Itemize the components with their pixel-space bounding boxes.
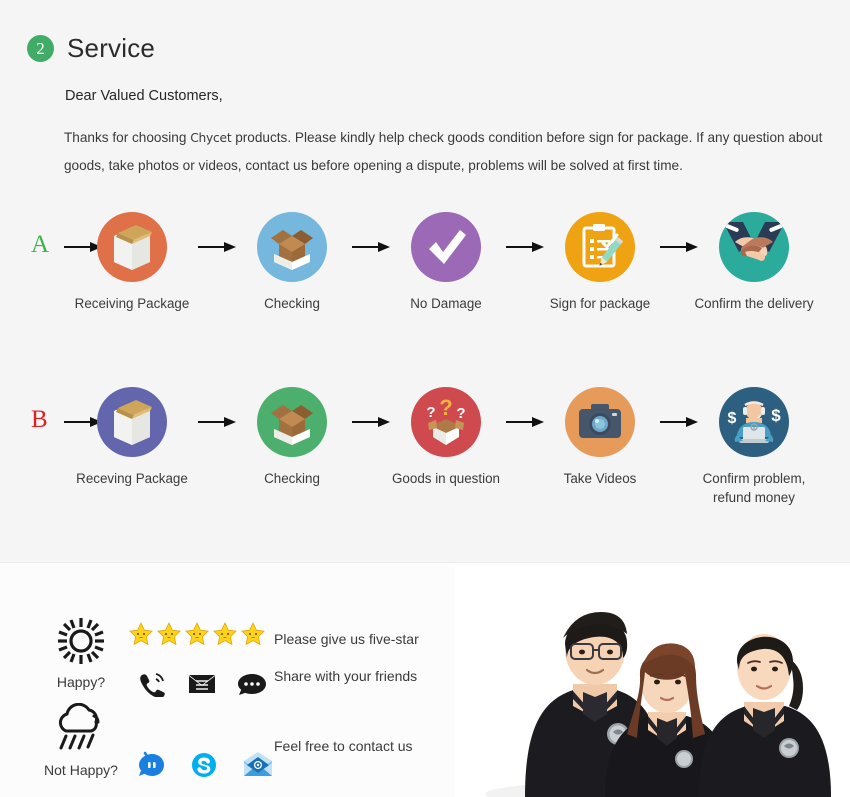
salutation-text: Dear Valued Customers, (65, 88, 223, 104)
flow-step-label: Checking (264, 471, 320, 486)
flow-step-confirm-delivery[interactable]: Confirm the delivery (680, 212, 828, 313)
envelope-icon[interactable] (187, 672, 217, 696)
five-star-rating[interactable] (128, 621, 266, 647)
flow-step-no-damage[interactable]: No Damage (372, 212, 520, 313)
brand-name: Chycet (190, 131, 232, 145)
flow-step-checking-b[interactable]: Checking (218, 387, 366, 488)
flow-step-receiving-package[interactable]: Receiving Package (58, 212, 206, 313)
svg-text:?: ? (439, 395, 452, 420)
svg-text:?: ? (456, 405, 465, 422)
flow-step-label: Receiving Package (74, 296, 190, 311)
question-box-icon: ? ? ? (411, 387, 481, 457)
service-page: 2 Service Dear Valued Customers, Thanks … (0, 0, 850, 797)
service-section: 2 Service Dear Valued Customers, Thanks … (0, 0, 850, 562)
svg-text:$: $ (771, 406, 781, 425)
flow-step-label: Sign for package (549, 296, 651, 311)
mood-unhappy-label: Not Happy? (44, 762, 118, 778)
camera-icon (565, 387, 635, 457)
support-agent-icon: $ $ (719, 387, 789, 457)
flow-step-label: Receving Package (76, 471, 188, 486)
rain-cloud-icon (58, 702, 100, 750)
mood-happy-block: Happy? (27, 615, 135, 690)
page-title: Service (67, 33, 156, 63)
flow-row-a-tag: A (31, 231, 50, 258)
contact-icon-strip[interactable] (137, 751, 275, 779)
svg-text:?: ? (426, 404, 435, 421)
sun-icon (58, 618, 104, 664)
mood-unhappy-block: Not Happy? (27, 702, 135, 778)
flow-step-label: Confirm the delivery (694, 296, 814, 311)
star-icon[interactable] (240, 621, 266, 647)
team-photo (455, 566, 850, 797)
body-paragraph: Thanks for choosing Chycet products. Ple… (64, 124, 834, 180)
mood-happy-label: Happy? (56, 674, 106, 690)
flow-step-label: Take Videos (563, 471, 637, 486)
open-box-icon (257, 212, 327, 282)
star-icon[interactable] (128, 621, 154, 647)
handshake-icon (719, 212, 789, 282)
flow-step-goods-in-question[interactable]: ? ? ? Goods in question (372, 387, 520, 488)
flow-step-label: Confirm problem, refund money (702, 471, 806, 505)
flow-step-sign-for-package[interactable]: Sign for package (526, 212, 674, 313)
skype-icon[interactable] (189, 751, 219, 779)
sealed-box-icon (97, 387, 167, 457)
body-text-lead: Thanks for choosing (64, 130, 191, 145)
share-icon-strip[interactable] (137, 671, 267, 697)
flow-step-label: Goods in question (392, 471, 500, 486)
five-star-text: Please give us five-star (274, 631, 419, 647)
star-icon[interactable] (184, 621, 210, 647)
star-icon[interactable] (212, 621, 238, 647)
chat-bubble-icon[interactable] (237, 672, 267, 696)
flow-step-take-videos[interactable]: Take Videos (526, 387, 674, 488)
flow-row-b-tag: B (31, 406, 48, 433)
flow-step-label: Checking (264, 296, 320, 311)
mail-envelope-icon[interactable] (241, 751, 275, 779)
flow-step-label: No Damage (410, 296, 482, 311)
star-icon[interactable] (156, 621, 182, 647)
flow-step-checking[interactable]: Checking (218, 212, 366, 313)
clipboard-pen-icon (565, 212, 635, 282)
section-number-badge: 2 (27, 35, 54, 62)
checkmark-icon (411, 212, 481, 282)
section-heading: 2 Service (27, 33, 155, 64)
flow-step-confirm-problem-refund[interactable]: $ $ Confirm problem, refund money (680, 387, 828, 507)
open-box-icon (257, 387, 327, 457)
phone-ring-icon[interactable] (137, 671, 167, 697)
sealed-box-icon (97, 212, 167, 282)
aliwangwang-icon[interactable] (137, 751, 167, 779)
flow-step-receving-package[interactable]: Receving Package (58, 387, 206, 488)
svg-text:$: $ (728, 410, 737, 427)
share-friends-text: Share with your friends (274, 668, 418, 684)
contact-us-text: Feel free to contact us (274, 738, 413, 754)
